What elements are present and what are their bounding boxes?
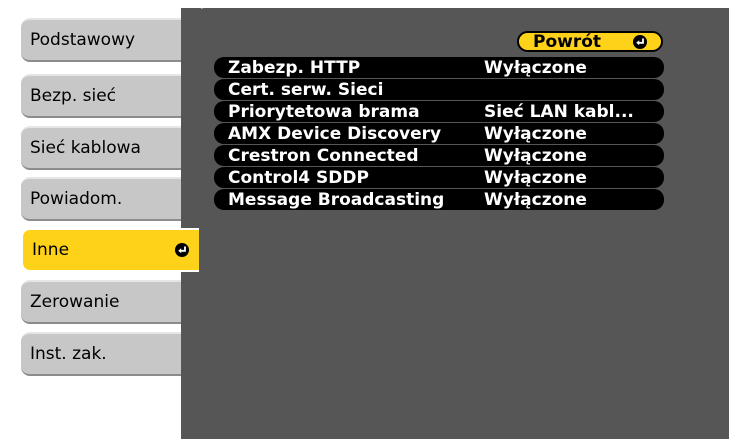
sidebar-item-podstawowy[interactable]: Podstawowy bbox=[21, 18, 191, 62]
projector-menu: Podstawowy Bezp. sieć Sieć kablowa Powia… bbox=[0, 0, 735, 441]
setting-row-message-broadcasting[interactable]: Message Broadcasting Wyłączone bbox=[214, 189, 664, 210]
sidebar-item-label: Powiadom. bbox=[30, 189, 123, 209]
setting-row-zabezp-http[interactable]: Zabezp. HTTP Wyłączone bbox=[214, 57, 664, 78]
sidebar-item-siec-kablowa[interactable]: Sieć kablowa bbox=[21, 126, 191, 170]
setting-row-control4-sddp[interactable]: Control4 SDDP Wyłączone bbox=[214, 167, 664, 188]
setting-label: Priorytetowa brama bbox=[228, 101, 420, 122]
setting-value: Wyłączone bbox=[484, 167, 587, 188]
sidebar-item-label: Sieć kablowa bbox=[30, 138, 141, 158]
setting-label: Message Broadcasting bbox=[228, 189, 445, 210]
setting-label: Control4 SDDP bbox=[228, 167, 369, 188]
setting-label: Zabezp. HTTP bbox=[228, 57, 361, 78]
sidebar-item-label: Inne bbox=[32, 240, 70, 260]
sidebar-item-label: Bezp. sieć bbox=[30, 86, 117, 106]
setting-value: Wyłączone bbox=[484, 123, 587, 144]
sidebar-item-zerowanie[interactable]: Zerowanie bbox=[21, 280, 191, 324]
setting-value: Wyłączone bbox=[484, 145, 587, 166]
enter-arrow-icon bbox=[175, 243, 189, 257]
back-button-label: Powrót bbox=[533, 31, 602, 52]
setting-value: Wyłączone bbox=[484, 189, 587, 210]
setting-row-priorytetowa-brama[interactable]: Priorytetowa brama Sieć LAN kabl... bbox=[214, 101, 664, 122]
setting-value: Wyłączone bbox=[484, 57, 587, 78]
sidebar-item-label: Zerowanie bbox=[30, 292, 120, 312]
sidebar-item-inne[interactable]: Inne bbox=[21, 228, 199, 272]
sidebar-item-label: Podstawowy bbox=[30, 30, 136, 50]
back-button[interactable]: Powrót bbox=[517, 31, 663, 52]
setting-row-crestron-connected[interactable]: Crestron Connected Wyłączone bbox=[214, 145, 664, 166]
enter-arrow-icon bbox=[633, 34, 647, 49]
setting-label: Cert. serw. Sieci bbox=[228, 79, 384, 100]
sidebar-item-bezp-siec[interactable]: Bezp. sieć bbox=[21, 74, 191, 118]
setting-row-amx-device-discovery[interactable]: AMX Device Discovery Wyłączone bbox=[214, 123, 664, 144]
sidebar-item-powiadom[interactable]: Powiadom. bbox=[21, 177, 191, 221]
sidebar-item-inst-zak[interactable]: Inst. zak. bbox=[21, 332, 191, 376]
settings-list: Zabezp. HTTP Wyłączone Cert. serw. Sieci… bbox=[214, 57, 664, 211]
setting-value: Sieć LAN kabl... bbox=[484, 101, 634, 122]
setting-label: AMX Device Discovery bbox=[228, 123, 442, 144]
sidebar-item-label: Inst. zak. bbox=[30, 344, 107, 364]
setting-row-cert-serw-sieci[interactable]: Cert. serw. Sieci bbox=[214, 79, 664, 100]
setting-label: Crestron Connected bbox=[228, 145, 419, 166]
